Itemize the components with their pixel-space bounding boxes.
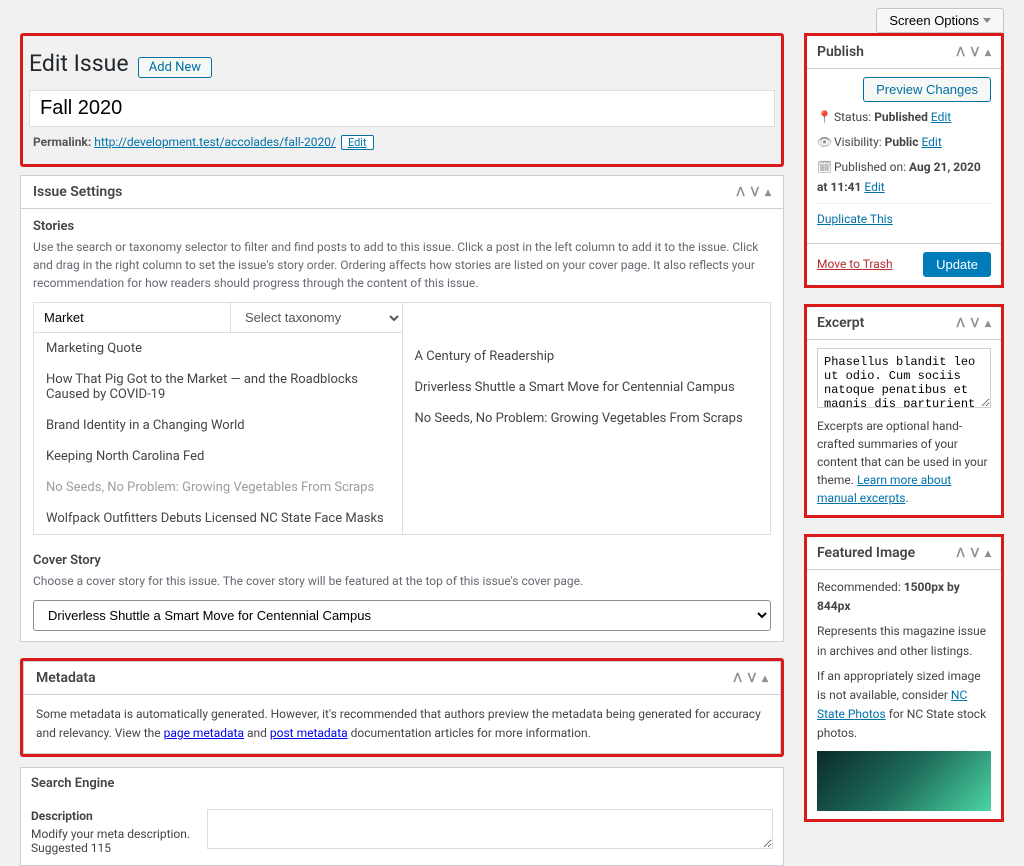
excerpt-panel: Excerpt ᐱ ᐯ ▴ Excerpts are optional hand… — [804, 304, 1004, 518]
se-desc-label: Description — [31, 809, 191, 823]
cover-story-select[interactable]: Driverless Shuttle a Smart Move for Cent… — [33, 600, 771, 631]
status-edit-link[interactable]: Edit — [931, 110, 951, 124]
excerpt-textarea[interactable] — [817, 348, 991, 408]
metadata-title: Metadata — [36, 670, 96, 686]
excerpt-help-b: . — [905, 491, 908, 505]
screen-options-label: Screen Options — [889, 13, 979, 28]
move-up-icon[interactable]: ᐱ — [957, 45, 965, 59]
featured-image-title: Featured Image — [817, 545, 915, 561]
status-label: Status: — [834, 110, 871, 124]
toggle-icon[interactable]: ▴ — [985, 316, 991, 330]
move-down-icon[interactable]: ᐯ — [971, 546, 979, 560]
move-down-icon[interactable]: ᐯ — [748, 671, 756, 685]
page-title: Edit Issue — [29, 50, 129, 77]
duplicate-link[interactable]: Duplicate This — [817, 212, 893, 226]
cover-story-help: Choose a cover story for this issue. The… — [33, 572, 771, 590]
chevron-down-icon — [983, 18, 991, 23]
post-title-input[interactable] — [29, 90, 775, 127]
add-new-button[interactable]: Add New — [138, 57, 212, 78]
title-area-highlight: Edit Issue Add New Permalink: http://dev… — [20, 33, 784, 167]
list-item: No Seeds, No Problem: Growing Vegetables… — [34, 472, 402, 503]
list-item[interactable]: Wolfpack Outfitters Debuts Licensed NC S… — [34, 503, 402, 534]
eye-icon: 👁 — [817, 133, 831, 152]
move-up-icon[interactable]: ᐱ — [957, 316, 965, 330]
visibility-label: Visibility: — [834, 135, 882, 149]
metadata-highlight: Metadata ᐱ ᐯ ▴ Some metadata is automati… — [20, 658, 784, 757]
list-item[interactable]: A Century of Readership — [403, 341, 771, 372]
update-button[interactable]: Update — [923, 252, 991, 277]
list-item[interactable]: Marketing Quote — [34, 333, 402, 364]
metadata-text-b: and — [244, 726, 270, 740]
list-item[interactable]: No Seeds, No Problem: Growing Vegetables… — [403, 403, 771, 434]
visibility-value: Public — [885, 135, 919, 149]
publish-panel: Publish ᐱ ᐯ ▴ Preview Changes 📍 Status: … — [804, 33, 1004, 288]
permalink-url[interactable]: http://development.test/accolades/fall-2… — [94, 135, 336, 149]
story-search-input[interactable] — [34, 303, 230, 333]
recommended-label: Recommended: — [817, 580, 901, 594]
move-down-icon[interactable]: ᐯ — [971, 45, 979, 59]
toggle-icon[interactable]: ▴ — [985, 45, 991, 59]
issue-settings-title: Issue Settings — [33, 184, 122, 200]
excerpt-title: Excerpt — [817, 315, 864, 331]
calendar-icon: 🗓 — [817, 158, 831, 177]
available-stories-list: Marketing Quote How That Pig Got to the … — [34, 333, 402, 534]
list-item[interactable]: Driverless Shuttle a Smart Move for Cent… — [403, 372, 771, 403]
move-down-icon[interactable]: ᐯ — [751, 185, 759, 199]
move-up-icon[interactable]: ᐱ — [957, 546, 965, 560]
move-to-trash-link[interactable]: Move to Trash — [817, 257, 893, 271]
featured-image-panel: Featured Image ᐱ ᐯ ▴ Recommended: 1500px… — [804, 534, 1004, 823]
status-value: Published — [874, 110, 928, 124]
stories-help: Use the search or taxonomy selector to f… — [33, 238, 771, 292]
move-up-icon[interactable]: ᐱ — [734, 671, 742, 685]
screen-options-button[interactable]: Screen Options — [876, 8, 1004, 33]
issue-settings-panel: Issue Settings ᐱ ᐯ ▴ Stories Use the sea… — [20, 175, 784, 642]
permalink-edit-button[interactable]: Edit — [341, 135, 374, 150]
list-item[interactable]: Brand Identity in a Changing World — [34, 410, 402, 441]
published-edit-link[interactable]: Edit — [864, 180, 884, 194]
metadata-text-c: documentation articles for more informat… — [348, 726, 591, 740]
visibility-edit-link[interactable]: Edit — [921, 135, 941, 149]
published-label: Published on: — [834, 160, 906, 174]
featured-image-preview[interactable] — [817, 751, 991, 811]
pin-icon: 📍 — [817, 108, 831, 127]
permalink-label: Permalink: — [33, 135, 91, 149]
se-description-input[interactable] — [207, 809, 773, 849]
toggle-icon[interactable]: ▴ — [762, 671, 768, 685]
se-desc-help: Modify your meta description. Suggested … — [31, 827, 190, 855]
featured-image-desc: Represents this magazine issue in archiv… — [817, 622, 991, 660]
list-item[interactable]: How That Pig Got to the Market — and the… — [34, 364, 402, 410]
move-down-icon[interactable]: ᐯ — [971, 316, 979, 330]
toggle-icon[interactable]: ▴ — [985, 546, 991, 560]
toggle-icon[interactable]: ▴ — [765, 185, 771, 199]
move-up-icon[interactable]: ᐱ — [737, 185, 745, 199]
search-engine-heading: Search Engine — [20, 767, 784, 799]
selected-stories-list: A Century of Readership Driverless Shutt… — [403, 303, 771, 434]
preview-changes-button[interactable]: Preview Changes — [863, 77, 991, 102]
stories-heading: Stories — [33, 219, 771, 234]
taxonomy-select[interactable]: Select taxonomy — [230, 303, 402, 333]
cover-story-heading: Cover Story — [33, 553, 771, 568]
publish-title: Publish — [817, 44, 864, 60]
page-metadata-link[interactable]: page metadata — [164, 726, 244, 740]
post-metadata-link[interactable]: post metadata — [270, 726, 348, 740]
list-item[interactable]: Keeping North Carolina Fed — [34, 441, 402, 472]
